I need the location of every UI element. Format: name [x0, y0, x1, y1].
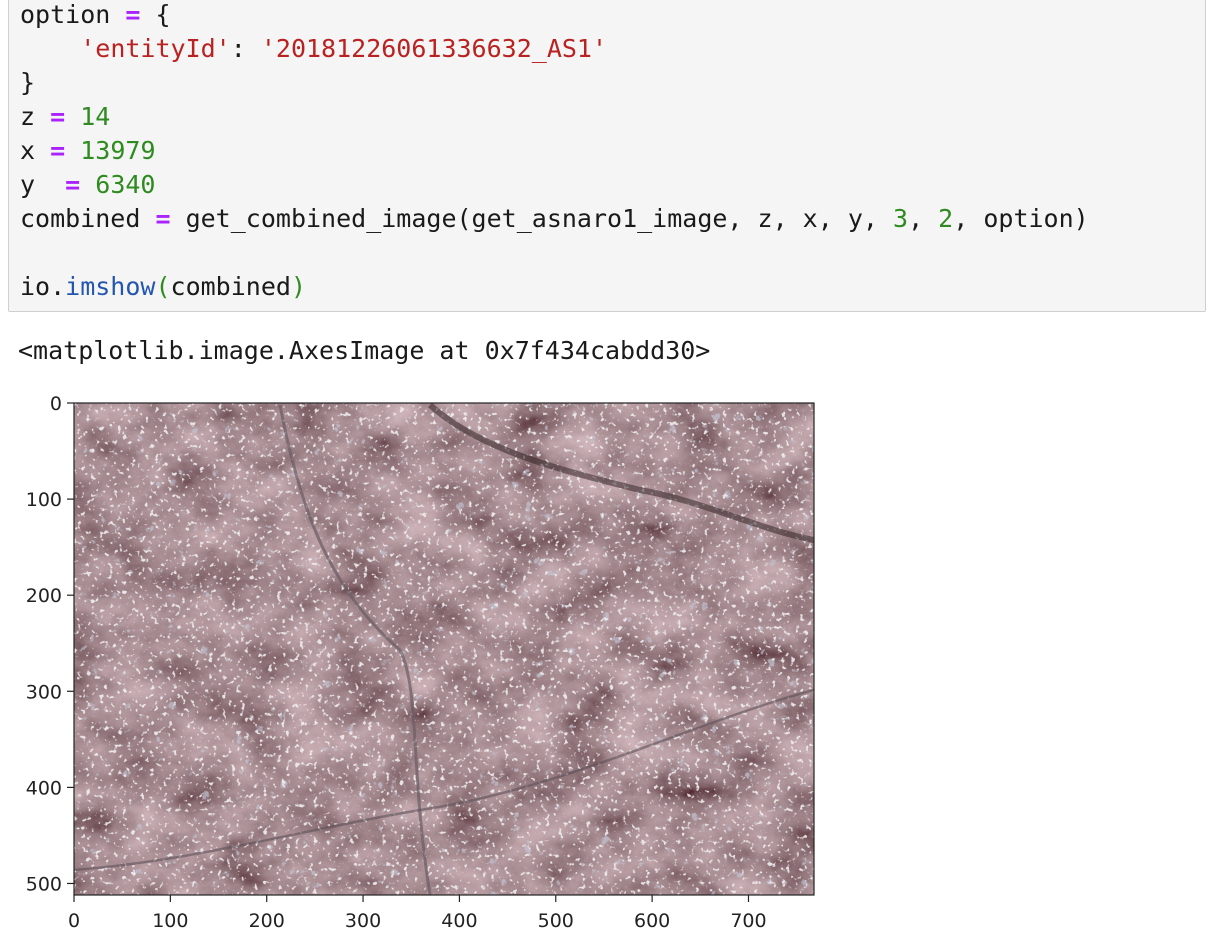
code-token: ( [155, 272, 171, 301]
imshow-plot: 0 100 200 300 400 500 0 100 200 300 400 500 600 700 [26, 393, 815, 932]
x-axis-ticks: 0 100 200 300 400 500 600 700 [68, 895, 767, 932]
y-tick-label: 500 [26, 873, 62, 895]
code-line: option = { [20, 0, 1089, 32]
code-editor[interactable]: option = { 'entityId': '2018122606133663… [20, 0, 1089, 304]
code-token: , [908, 204, 939, 233]
y-tick-label: 0 [50, 393, 62, 415]
code-token: : [230, 34, 261, 63]
x-tick-label: 500 [538, 910, 574, 932]
code-token: 13979 [80, 136, 156, 165]
code-line: } [20, 66, 1089, 100]
x-tick-label: 100 [152, 910, 188, 932]
code-token: = [155, 204, 171, 233]
x-tick-label: 700 [730, 910, 766, 932]
code-line: y = 6340 [20, 168, 1089, 202]
code-line: 'entityId': '20181226061336632_AS1' [20, 32, 1089, 66]
code-token: combined [20, 204, 156, 233]
x-tick-label: 400 [441, 910, 477, 932]
y-tick-label: 300 [26, 681, 62, 703]
y-tick-label: 200 [26, 585, 62, 607]
y-tick-label: 400 [26, 777, 62, 799]
code-token: get_combined_image(get_asnaro1_image, z,… [170, 204, 893, 233]
code-token: = [65, 170, 81, 199]
code-line: z = 14 [20, 100, 1089, 134]
code-line: x = 13979 [20, 134, 1089, 168]
code-token: 2 [938, 204, 954, 233]
y-tick-label: 100 [26, 489, 62, 511]
code-token: x [20, 136, 51, 165]
code-token: z [20, 102, 51, 131]
code-line: io.imshow(combined) [20, 270, 1089, 304]
code-line: combined = get_combined_image(get_asnaro… [20, 202, 1089, 236]
code-token: = [125, 0, 141, 29]
cell-output-text: <matplotlib.image.AxesImage at 0x7f434ca… [18, 336, 711, 365]
satellite-image [74, 403, 814, 895]
code-token: = [50, 136, 66, 165]
code-token: combined [170, 272, 291, 301]
code-token: imshow [65, 272, 156, 301]
x-tick-label: 200 [249, 910, 285, 932]
code-token: 6340 [95, 170, 156, 199]
x-tick-label: 600 [634, 910, 670, 932]
code-token: '20181226061336632_AS1' [260, 34, 608, 63]
image-snow-specks [74, 403, 814, 895]
code-token: } [20, 68, 36, 97]
y-axis-ticks: 0 100 200 300 400 500 [26, 393, 74, 895]
code-token: { [140, 0, 171, 29]
code-token: , option) [953, 204, 1089, 233]
code-token: y [20, 170, 66, 199]
code-token: = [50, 102, 66, 131]
code-token: ) [290, 272, 307, 301]
x-tick-label: 300 [345, 910, 381, 932]
code-token: 'entityId' [80, 34, 231, 63]
code-token: 14 [80, 102, 111, 131]
x-tick-label: 0 [68, 910, 80, 932]
code-token: io. [20, 272, 66, 301]
code-token: 3 [893, 204, 909, 233]
code-token: option [20, 0, 126, 29]
